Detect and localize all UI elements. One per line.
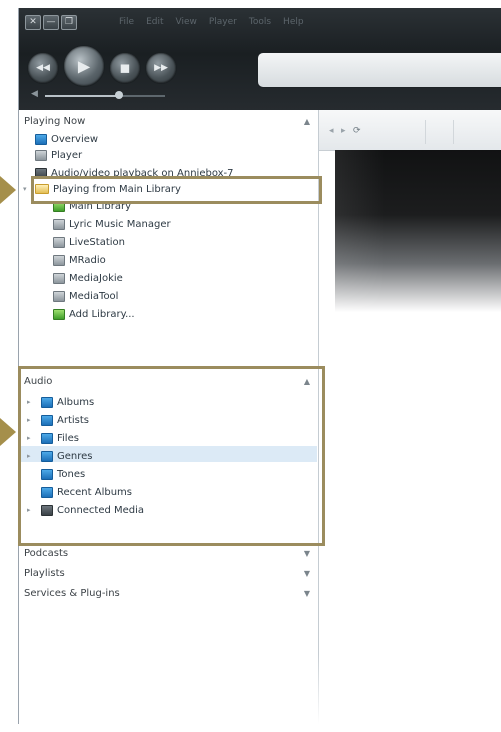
display-bar xyxy=(257,52,501,88)
tree-item-livestation[interactable]: LiveStation xyxy=(53,234,125,250)
video-display-area[interactable] xyxy=(335,150,501,312)
expand-arrow-icon: ▼ xyxy=(303,589,310,598)
toolbar-divider xyxy=(453,120,454,144)
library-icon xyxy=(53,272,65,284)
player-icon xyxy=(35,149,47,161)
menu-view[interactable]: View xyxy=(176,17,197,27)
play-icon: ▶ xyxy=(77,56,91,76)
tree-item-overview[interactable]: Overview xyxy=(35,131,98,147)
section-header-podcasts[interactable]: Podcasts ▼ xyxy=(19,546,318,562)
tree-item-mediajokie[interactable]: MediaJokie xyxy=(53,270,123,286)
tree-item-label: Player xyxy=(51,149,83,161)
menu-help[interactable]: Help xyxy=(283,17,304,27)
collapse-arrow-icon: ▲ xyxy=(303,117,310,126)
tree-item-mediatool[interactable]: MediaTool xyxy=(53,288,118,304)
refresh-icon[interactable]: ⟳ xyxy=(353,126,361,136)
close-icon: ✕ xyxy=(29,17,37,27)
section-header-playing-now[interactable]: Playing Now ▲ xyxy=(19,114,318,130)
previous-icon: ◀◀ xyxy=(36,63,50,73)
section-label: Playlists xyxy=(24,568,65,579)
main-view-pane: ◂ ▸ ⟳ xyxy=(319,110,501,724)
next-icon: ▶▶ xyxy=(154,63,168,73)
toolbar-divider xyxy=(425,120,426,144)
volume-fill xyxy=(45,95,120,97)
tree-item-label: MRadio xyxy=(69,254,106,266)
annotation-pointer-zone xyxy=(0,176,16,204)
tree-item-label: Lyric Music Manager xyxy=(69,218,171,230)
back-icon[interactable]: ◂ xyxy=(329,126,334,136)
play-button[interactable]: ▶ xyxy=(63,45,105,87)
menu-tools[interactable]: Tools xyxy=(249,17,271,27)
section-header-playlists[interactable]: Playlists ▼ xyxy=(19,566,318,582)
tree-item-label: MediaTool xyxy=(69,290,119,302)
library-icon xyxy=(53,236,65,248)
collapse-toggle-icon[interactable]: ▾ xyxy=(23,185,31,193)
stop-icon: ■ xyxy=(119,61,131,75)
tree-item-label: MediaJokie xyxy=(69,272,123,284)
overview-icon xyxy=(35,133,47,145)
library-icon xyxy=(53,290,65,302)
next-button[interactable]: ▶▶ xyxy=(145,52,177,84)
previous-button[interactable]: ◀◀ xyxy=(27,52,59,84)
section-label: Playing Now xyxy=(24,116,86,127)
volume-slider[interactable] xyxy=(45,91,165,99)
display-shade xyxy=(335,150,501,312)
player-chrome: ✕ — ❐ File Edit View Player Tools Help ◀… xyxy=(19,8,501,110)
add-library-icon xyxy=(53,308,65,320)
menu-player[interactable]: Player xyxy=(209,17,237,27)
restore-icon: ❐ xyxy=(64,17,74,27)
tree-item-label: Overview xyxy=(51,133,99,145)
tree-item-mradio[interactable]: MRadio xyxy=(53,252,106,268)
restore-window-button[interactable]: ❐ xyxy=(61,15,77,30)
tree-item-label: LiveStation xyxy=(69,236,125,248)
close-window-button[interactable]: ✕ xyxy=(25,15,41,30)
section-header-services-plugins[interactable]: Services & Plug-ins ▼ xyxy=(19,586,318,602)
menu-bar: File Edit View Player Tools Help xyxy=(119,17,304,27)
expand-arrow-icon: ▼ xyxy=(303,549,310,558)
expand-arrow-icon: ▼ xyxy=(303,569,310,578)
volume-knob[interactable] xyxy=(115,91,124,99)
annotation-box-zone xyxy=(31,176,322,204)
forward-icon[interactable]: ▸ xyxy=(341,126,346,136)
section-label: Services & Plug-ins xyxy=(24,588,120,599)
library-icon xyxy=(53,218,65,230)
view-toolbar: ◂ ▸ ⟳ xyxy=(319,110,501,151)
section-label: Podcasts xyxy=(24,548,69,559)
menu-file[interactable]: File xyxy=(119,17,134,27)
minimize-window-button[interactable]: — xyxy=(43,15,59,30)
menu-edit[interactable]: Edit xyxy=(146,17,163,27)
annotation-pointer-audio xyxy=(0,418,16,446)
tree-item-player[interactable]: Player xyxy=(35,147,82,163)
tree-item-lyric-music-manager[interactable]: Lyric Music Manager xyxy=(53,216,171,232)
minimize-icon: — xyxy=(46,17,56,27)
tree-item-label: Add Library... xyxy=(69,308,135,320)
volume-icon: ◀ xyxy=(31,89,38,99)
annotation-box-audio xyxy=(18,366,325,546)
tree-item-add-library[interactable]: Add Library... xyxy=(53,306,135,322)
library-icon xyxy=(53,254,65,266)
stop-button[interactable]: ■ xyxy=(109,52,141,84)
